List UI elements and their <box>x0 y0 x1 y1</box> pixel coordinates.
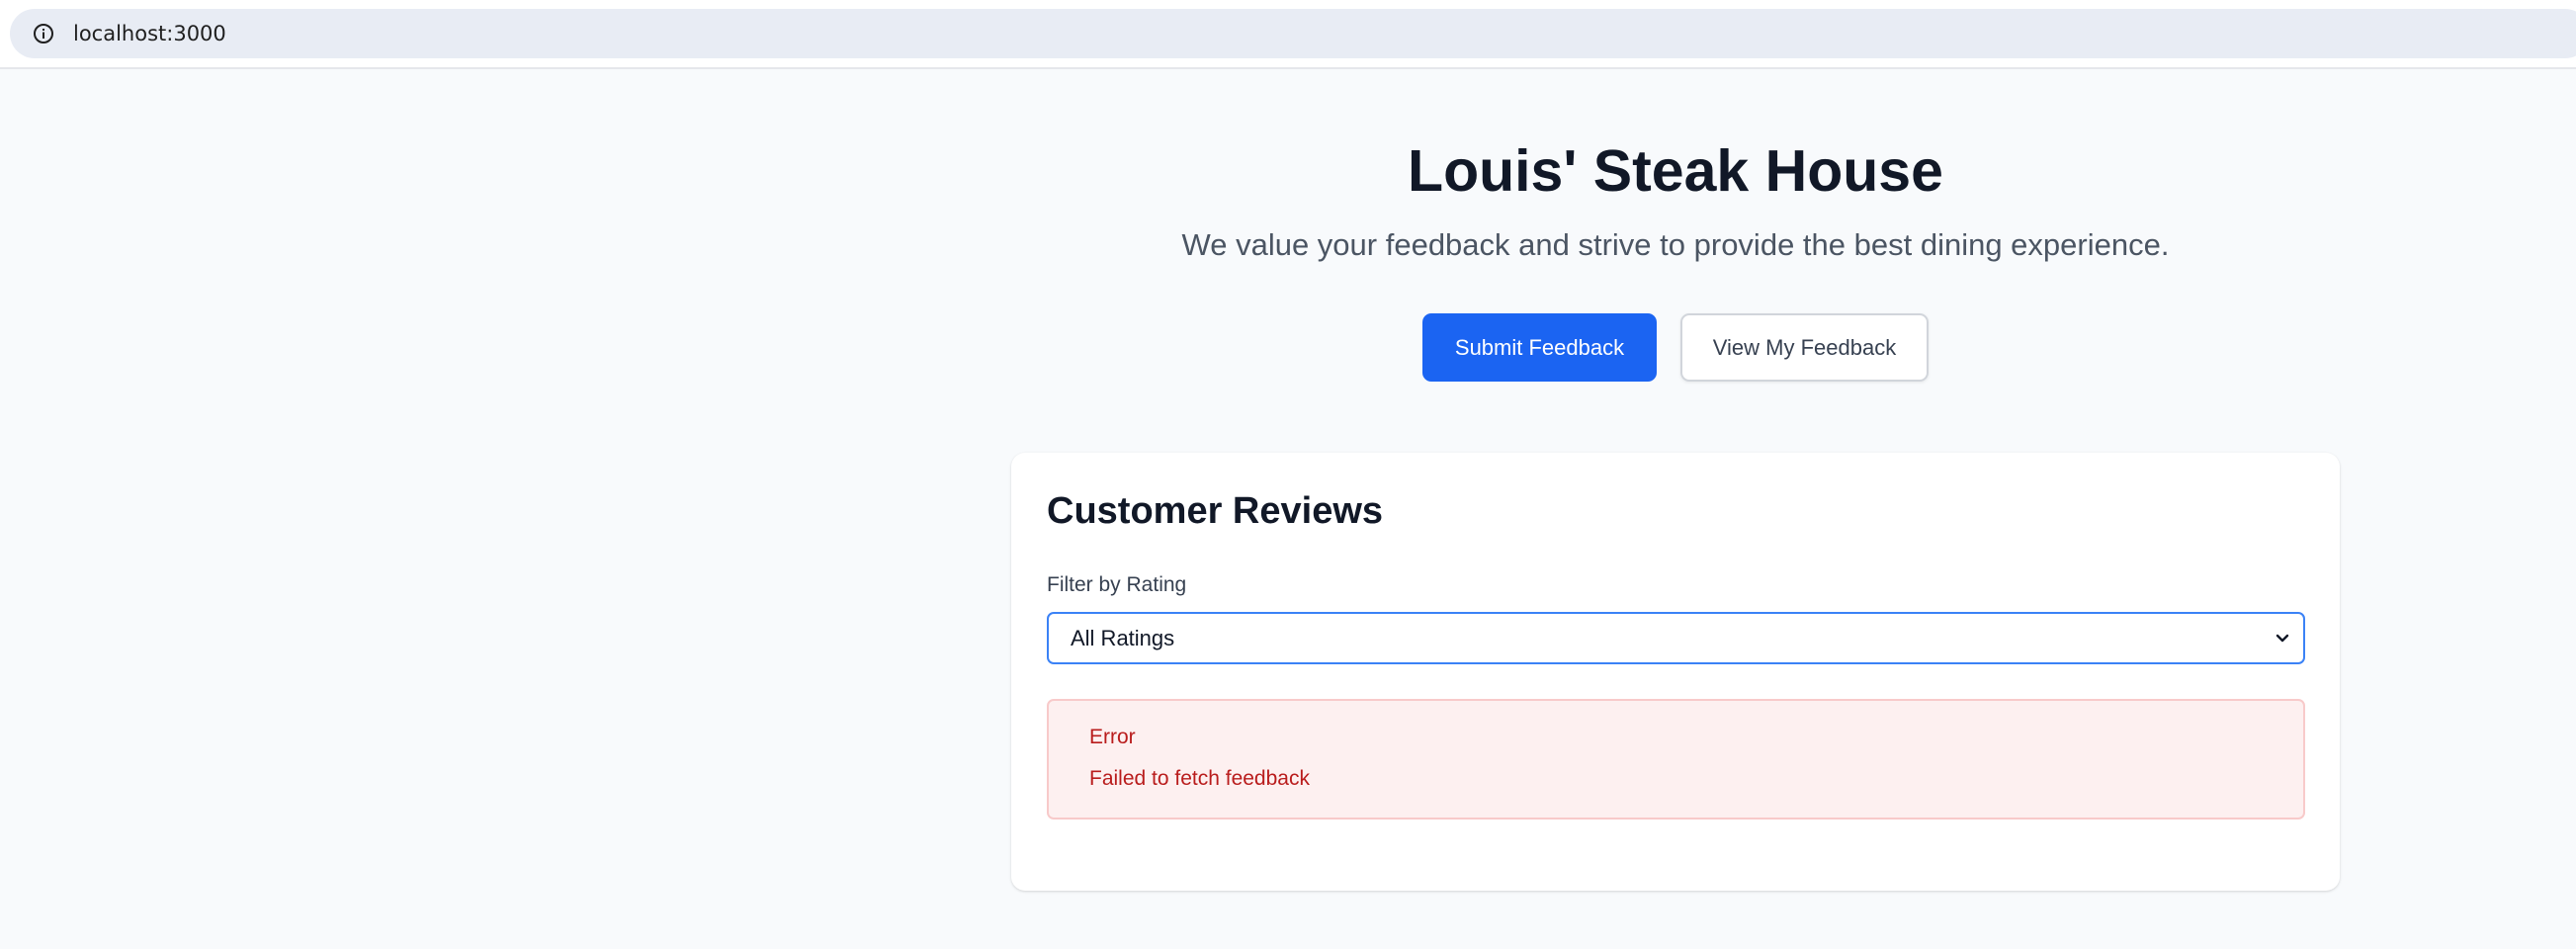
rating-filter-select[interactable]: All Ratings <box>1047 612 2305 664</box>
error-alert: Error Failed to fetch feedback <box>1047 699 2305 820</box>
url-text[interactable]: localhost:3000 <box>73 22 226 45</box>
error-title: Error <box>1089 726 1136 748</box>
view-my-feedback-button[interactable]: View My Feedback <box>1680 313 1929 382</box>
rating-filter-value: All Ratings <box>1071 625 1175 650</box>
page-title: Louis' Steak House <box>1408 138 1943 204</box>
reviews-title: Customer Reviews <box>1047 490 1384 532</box>
info-icon[interactable] <box>24 14 63 53</box>
browser-toolbar: localhost:3000 <box>0 0 2576 69</box>
filter-label: Filter by Rating <box>1047 573 1187 596</box>
page-subtitle: We value your feedback and strive to pro… <box>1181 227 2170 262</box>
customer-reviews-card: Customer Reviews Filter by Rating All Ra… <box>1011 453 2340 891</box>
chevron-down-icon <box>2272 628 2293 649</box>
address-bar[interactable]: localhost:3000 <box>10 9 2576 58</box>
submit-feedback-button[interactable]: Submit Feedback <box>1422 313 1657 382</box>
error-message: Failed to fetch feedback <box>1089 767 1310 790</box>
